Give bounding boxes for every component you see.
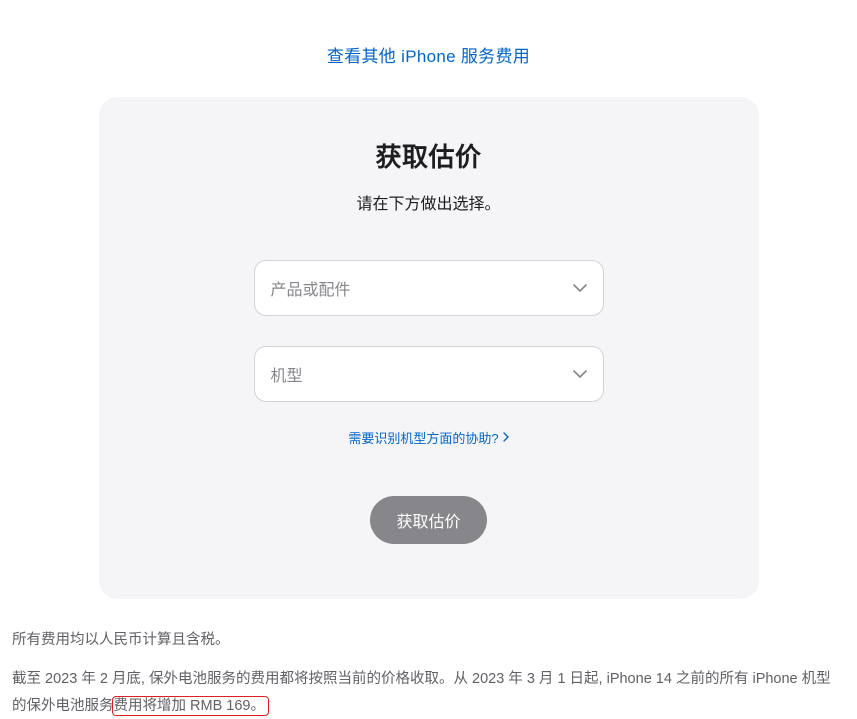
page-container: 查看其他 iPhone 服务费用 获取估价 请在下方做出选择。 产品或配件 机型	[0, 0, 857, 719]
footer-line-2: 截至 2023 年 2 月底, 保外电池服务的费用都将按照当前的价格收取。从 2…	[12, 666, 845, 719]
model-select-placeholder: 机型	[271, 362, 303, 386]
product-select-placeholder: 产品或配件	[271, 276, 351, 300]
product-select[interactable]: 产品或配件	[254, 260, 604, 316]
model-select[interactable]: 机型	[254, 346, 604, 402]
help-link-label: 需要识别机型方面的协助?	[348, 428, 498, 447]
card-subtitle: 请在下方做出选择。	[149, 190, 709, 214]
chevron-right-icon	[503, 430, 509, 445]
chevron-down-icon	[573, 284, 587, 292]
other-services-link[interactable]: 查看其他 iPhone 服务费用	[327, 47, 530, 66]
footer-line-1: 所有费用均以人民币计算且含税。	[12, 627, 845, 654]
card-title: 获取估价	[149, 137, 709, 174]
footer-notes: 所有费用均以人民币计算且含税。 截至 2023 年 2 月底, 保外电池服务的费…	[10, 599, 847, 719]
help-link-wrapper: 需要识别机型方面的协助?	[149, 428, 709, 448]
product-select-wrapper: 产品或配件	[254, 260, 604, 316]
estimate-card: 获取估价 请在下方做出选择。 产品或配件 机型 需要识别机型方面的协助?	[99, 97, 759, 599]
identify-model-help-link[interactable]: 需要识别机型方面的协助?	[348, 428, 508, 447]
model-select-wrapper: 机型	[254, 346, 604, 402]
price-increase-highlight: 费用将增加 RMB 169。	[112, 696, 269, 716]
chevron-down-icon	[573, 370, 587, 378]
get-estimate-button[interactable]: 获取估价	[370, 496, 486, 544]
top-link-wrapper: 查看其他 iPhone 服务费用	[10, 0, 847, 97]
